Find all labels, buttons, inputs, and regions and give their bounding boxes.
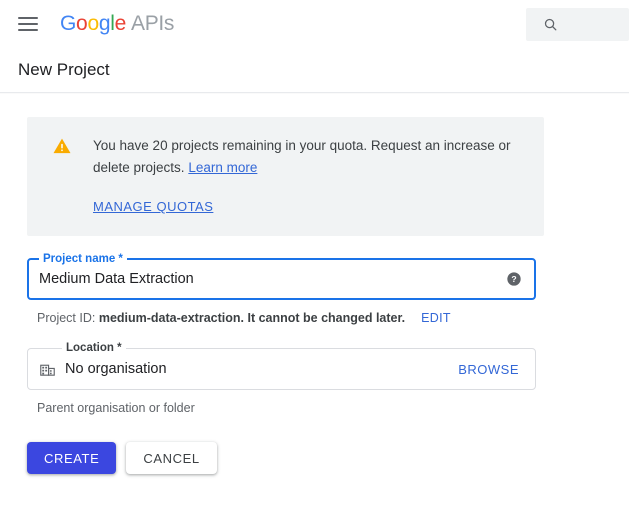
logo-letter-e: e — [115, 12, 126, 35]
help-circle-icon[interactable]: ? — [506, 271, 522, 287]
search-box[interactable] — [526, 8, 629, 41]
project-id-hint: Project ID: medium-data-extraction. It c… — [37, 310, 536, 326]
logo-letter-o2: o — [87, 12, 98, 35]
logo-letter-g: G — [60, 12, 76, 35]
hamburger-line — [18, 17, 38, 19]
project-name-field-wrapper: Project name * ? Project ID: medium-data… — [27, 258, 536, 326]
cancel-button[interactable]: CANCEL — [126, 442, 216, 474]
page-title: New Project — [18, 60, 110, 80]
top-app-bar: GoogleAPIs — [0, 0, 629, 48]
project-name-field[interactable]: Project name * ? — [27, 258, 536, 300]
logo-letter-o1: o — [76, 12, 87, 35]
organisation-building-icon — [39, 361, 56, 378]
location-label: Location * — [62, 341, 126, 355]
browse-button[interactable]: BROWSE — [458, 362, 519, 377]
page-content: You have 20 projects remaining in your q… — [0, 117, 629, 474]
project-id-value: medium-data-extraction. It cannot be cha… — [99, 311, 405, 325]
hamburger-line — [18, 29, 38, 31]
manage-quotas-link[interactable]: MANAGE QUOTAS — [93, 199, 213, 214]
hamburger-line — [18, 23, 38, 25]
form-actions: CREATE CANCEL — [27, 442, 611, 474]
google-apis-logo[interactable]: GoogleAPIs — [60, 12, 174, 36]
search-icon — [543, 17, 558, 32]
project-name-label: Project name * — [39, 252, 127, 266]
quota-warning-text: You have 20 projects remaining in your q… — [93, 135, 524, 179]
edit-project-id-link[interactable]: EDIT — [421, 311, 451, 325]
location-hint: Parent organisation or folder — [37, 400, 536, 416]
page-header: New Project — [0, 48, 629, 93]
warning-triangle-icon — [52, 136, 72, 156]
location-field-wrapper: Location * No organisation BROWSE Parent… — [27, 348, 536, 416]
hamburger-menu-icon[interactable] — [18, 12, 42, 36]
location-field[interactable]: Location * No organisation BROWSE — [27, 348, 536, 390]
project-id-prefix: Project ID: — [37, 311, 99, 325]
learn-more-link[interactable]: Learn more — [188, 160, 257, 175]
quota-warning-message: You have 20 projects remaining in your q… — [93, 138, 511, 175]
logo-letter-g2: g — [99, 12, 110, 35]
quota-warning-panel: You have 20 projects remaining in your q… — [27, 117, 544, 236]
create-button[interactable]: CREATE — [27, 442, 116, 474]
logo-suffix-apis: APIs — [131, 12, 174, 35]
svg-text:?: ? — [511, 274, 516, 284]
location-value: No organisation — [65, 361, 458, 377]
quota-warning-body: You have 20 projects remaining in your q… — [93, 135, 524, 216]
